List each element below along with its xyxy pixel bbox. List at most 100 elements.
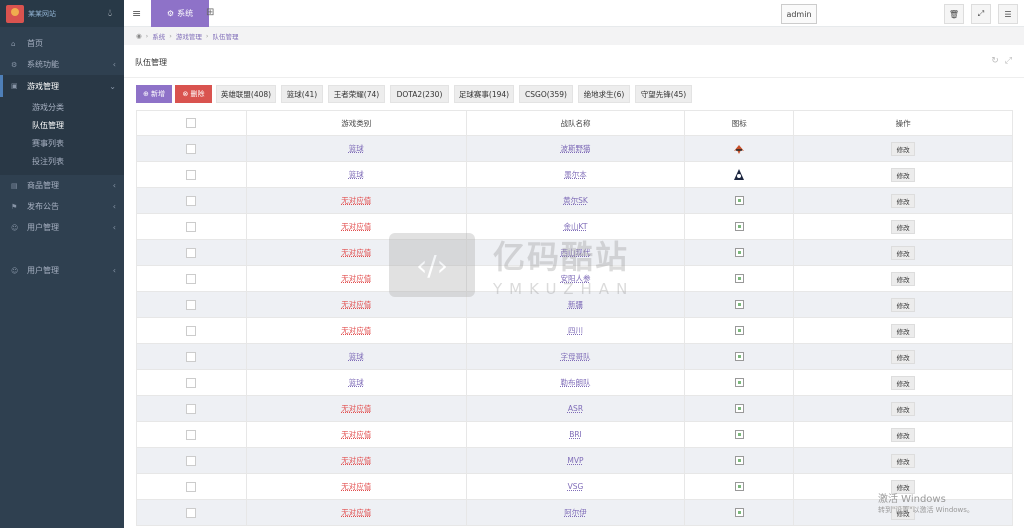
category-link[interactable]: 篮球 (349, 144, 364, 153)
edit-button[interactable]: 修改 (891, 427, 916, 442)
category-link[interactable]: 无对应值 (341, 196, 371, 205)
row-checkbox[interactable] (186, 195, 197, 206)
category-link[interactable]: 无对应值 (341, 326, 371, 335)
edit-button[interactable]: 修改 (891, 349, 916, 364)
sidebar-item-game[interactable]: ▣ 游戏管理 ⌄ (0, 75, 124, 97)
row-checkbox[interactable] (186, 403, 197, 414)
team-name-link[interactable]: 金山KT (564, 222, 588, 231)
category-link[interactable]: 无对应值 (341, 430, 371, 439)
sidebar-subitem-category[interactable]: 游戏分类 (0, 99, 124, 117)
team-name-link[interactable]: 黄尔SK (563, 196, 588, 205)
watermark-logo-icon: ‹/› (389, 233, 475, 297)
filter-tab[interactable]: 英雄联盟(408) (216, 85, 276, 103)
team-name-link[interactable]: 阿尔伊 (564, 508, 587, 517)
team-name-link[interactable]: 四川 (568, 326, 583, 335)
checkbox-cell (136, 135, 247, 162)
category-link[interactable]: 篮球 (349, 170, 364, 179)
menu-toggle-icon[interactable]: ≡ (132, 7, 141, 20)
theme-drop-icon[interactable]: 💧︎ (108, 8, 112, 19)
sidebar-item-goods[interactable]: ▤ 商品管理 ‹ (0, 175, 124, 196)
filter-tab[interactable]: 足球赛事(194) (454, 85, 514, 103)
edit-button[interactable]: 修改 (891, 297, 916, 312)
row-checkbox[interactable] (186, 351, 197, 362)
add-button[interactable]: ⊕ 新增 (136, 85, 172, 103)
filter-tab[interactable]: CSGO(359) (519, 85, 573, 103)
expand-icon[interactable]: ⤢ (1005, 56, 1012, 66)
team-name-link[interactable]: 波斯野猫 (560, 144, 590, 153)
row-checkbox[interactable] (186, 429, 197, 440)
category-link[interactable]: 无对应值 (341, 456, 371, 465)
refresh-icon[interactable]: ↻ (991, 56, 999, 66)
select-all-cell (136, 110, 247, 136)
row-checkbox[interactable] (186, 507, 197, 518)
team-name-link[interactable]: 墨尔本 (564, 170, 587, 179)
row-checkbox[interactable] (186, 481, 197, 492)
row-checkbox[interactable] (186, 455, 197, 466)
sidebar-item-users[interactable]: ☺ 用户管理 ‹ (0, 217, 124, 238)
edit-button[interactable]: 修改 (891, 167, 916, 182)
filter-tab[interactable]: 篮球(41) (281, 85, 323, 103)
team-name-link[interactable]: 新疆 (568, 300, 583, 309)
trash-button[interactable]: 🗑︎ (944, 4, 964, 24)
grid-icon[interactable]: ⊞ (206, 7, 214, 18)
filter-tab[interactable]: 守望先锋(45) (635, 85, 692, 103)
edit-button[interactable]: 修改 (891, 219, 916, 234)
filter-tab[interactable]: 王者荣耀(74) (328, 85, 385, 103)
tab-system[interactable]: ⚙ 系统 (151, 0, 209, 27)
header-tools: ↻ ⤢ (991, 56, 1012, 66)
team-name-link[interactable]: 勒布朗队 (560, 378, 590, 387)
team-name-link[interactable]: BRI (569, 430, 582, 439)
filter-tab[interactable]: DOTA2(230) (390, 85, 449, 103)
name-cell: 勒布朗队 (465, 369, 686, 396)
row-checkbox[interactable] (186, 247, 197, 258)
row-checkbox[interactable] (186, 299, 197, 310)
category-link[interactable]: 无对应值 (341, 274, 371, 283)
team-name-link[interactable]: ASR (568, 404, 583, 413)
edit-button[interactable]: 修改 (891, 323, 916, 338)
sidebar-subitem-bets[interactable]: 投注列表 (0, 153, 124, 171)
row-checkbox[interactable] (186, 143, 197, 154)
team-name-link[interactable]: 字母哥队 (560, 352, 590, 361)
category-link[interactable]: 无对应值 (341, 482, 371, 491)
category-link[interactable]: 篮球 (349, 378, 364, 387)
sidebar-subitem-team[interactable]: 队伍管理 (0, 117, 124, 135)
breadcrumb-item[interactable]: 队伍管理 (213, 31, 239, 41)
edit-button[interactable]: 修改 (891, 271, 916, 286)
category-link[interactable]: 无对应值 (341, 300, 371, 309)
category-link[interactable]: 无对应值 (341, 248, 371, 257)
team-name-link[interactable]: MVP (567, 456, 583, 465)
column-header[interactable]: 游戏类别 (245, 110, 467, 136)
column-header[interactable]: 战队名称 (465, 110, 686, 136)
delete-button[interactable]: ⊗ 删除 (175, 85, 212, 103)
edit-button[interactable]: 修改 (891, 141, 916, 156)
fullscreen-button[interactable]: ⤢ (971, 4, 991, 24)
sidebar-item-notice[interactable]: ⚑ 发布公告 ‹ (0, 196, 124, 217)
broken-image-icon (734, 352, 744, 362)
row-checkbox[interactable] (186, 221, 197, 232)
category-link[interactable]: 无对应值 (341, 404, 371, 413)
edit-button[interactable]: 修改 (891, 245, 916, 260)
sidebar-item-system[interactable]: ⚙ 系统功能 ‹ (0, 54, 124, 75)
avatar[interactable]: admin (781, 4, 817, 24)
settings-button[interactable]: ☰ (998, 4, 1018, 24)
edit-button[interactable]: 修改 (891, 375, 916, 390)
logo-text: 某某网站 (28, 9, 56, 18)
row-checkbox[interactable] (186, 377, 197, 388)
sidebar-item-users-2[interactable]: ☺ 用户管理 ‹ (0, 260, 124, 281)
edit-button[interactable]: 修改 (891, 401, 916, 416)
sidebar-subitem-events[interactable]: 赛事列表 (0, 135, 124, 153)
select-all-checkbox[interactable] (186, 118, 197, 128)
breadcrumb-item[interactable]: 系统 (152, 31, 165, 41)
category-link[interactable]: 无对应值 (341, 508, 371, 517)
edit-button[interactable]: 修改 (891, 193, 916, 208)
category-link[interactable]: 无对应值 (341, 222, 371, 231)
row-checkbox[interactable] (186, 169, 197, 180)
team-name-link[interactable]: VSG (568, 482, 584, 491)
sidebar-item-home[interactable]: ⌂ 首页 (0, 33, 124, 54)
category-link[interactable]: 篮球 (349, 352, 364, 361)
filter-tab[interactable]: 绝地求生(6) (578, 85, 630, 103)
row-checkbox[interactable] (186, 273, 197, 284)
breadcrumb-item[interactable]: 游戏管理 (176, 31, 202, 41)
edit-button[interactable]: 修改 (891, 453, 916, 468)
row-checkbox[interactable] (186, 325, 197, 336)
